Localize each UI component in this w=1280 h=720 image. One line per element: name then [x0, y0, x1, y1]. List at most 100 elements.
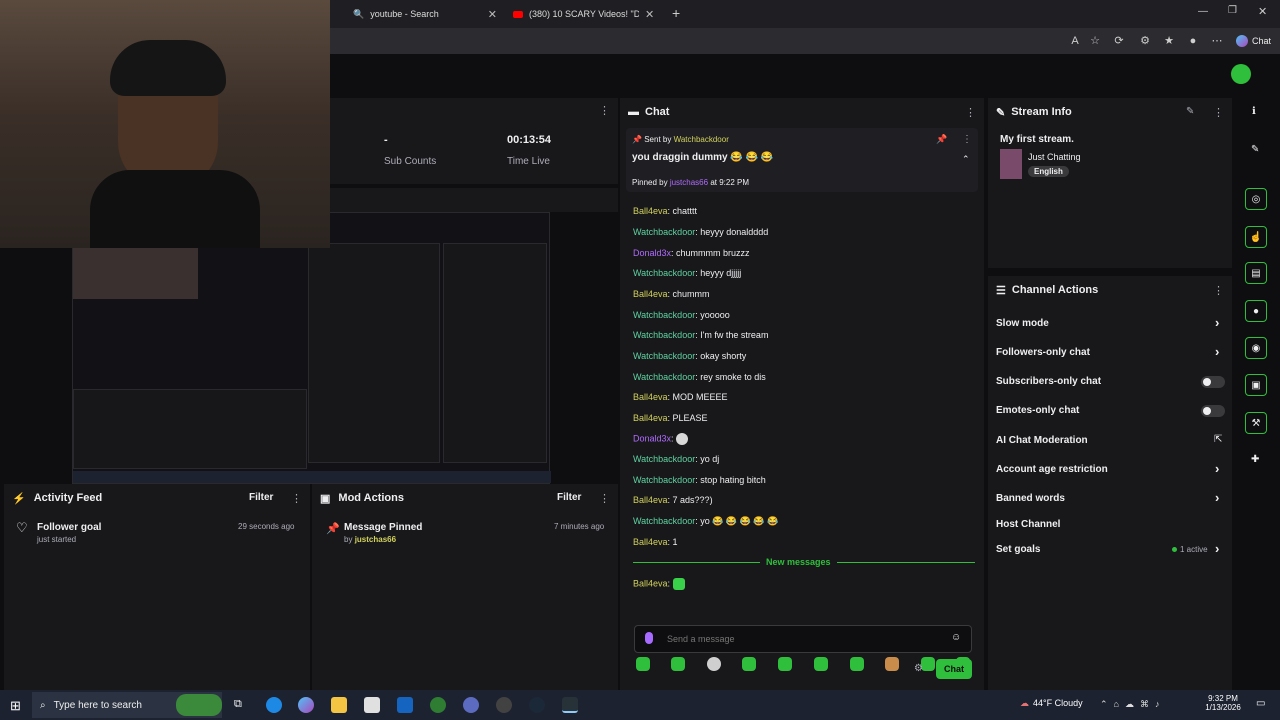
- external-link-icon[interactable]: ⇱: [1214, 434, 1222, 445]
- more-icon[interactable]: ⋮: [962, 134, 972, 145]
- time-live-label: Time Live: [507, 156, 550, 167]
- stream-info-title: Stream Info: [1011, 106, 1072, 118]
- chevron-right-icon[interactable]: ›: [1215, 315, 1219, 330]
- emote-icon[interactable]: [850, 657, 864, 671]
- unpin-icon[interactable]: 📌: [936, 134, 947, 145]
- file-explorer-icon[interactable]: [331, 697, 347, 713]
- wrench-icon[interactable]: ⚒: [1245, 412, 1267, 434]
- emote-icon[interactable]: [814, 657, 828, 671]
- stats-panel: ⋮ - Sub Counts 00:13:54 Time Live: [330, 98, 618, 184]
- pin-icon: 📌: [326, 523, 340, 535]
- minimize-button[interactable]: —: [1198, 6, 1208, 17]
- task-view-icon[interactable]: ⧉: [234, 698, 242, 711]
- emote-icon[interactable]: [885, 657, 899, 671]
- copilot-icon[interactable]: [298, 697, 314, 713]
- pinned-sender[interactable]: Watchbackdoor: [674, 135, 729, 144]
- xbox-icon[interactable]: [430, 697, 446, 713]
- obs-icon[interactable]: [496, 697, 512, 713]
- mod-item-time: 7 minutes ago: [554, 522, 605, 531]
- more-icon[interactable]: ⋮: [599, 104, 610, 117]
- tab-youtube-video[interactable]: (380) 10 SCARY Videos! "DON'T w... ✕: [505, 3, 665, 25]
- extensions-icon[interactable]: ⚙: [1138, 34, 1152, 48]
- more-icon[interactable]: ⋯: [1210, 34, 1224, 48]
- account-age-action[interactable]: Account age restriction: [996, 464, 1108, 475]
- emote-icon[interactable]: [636, 657, 650, 671]
- favorite-star-icon[interactable]: ☆: [1088, 34, 1102, 48]
- edit-icon[interactable]: ✎: [1186, 106, 1194, 117]
- language-tag[interactable]: English: [1028, 166, 1069, 177]
- read-aloud-icon[interactable]: A: [1068, 34, 1082, 48]
- app-icon[interactable]: [562, 697, 578, 713]
- emoji-icon[interactable]: ☺: [951, 632, 961, 643]
- stream-preview: [72, 212, 551, 484]
- clock[interactable]: 9:32 PM 1/13/2026: [1200, 694, 1246, 712]
- emote-icon[interactable]: [707, 657, 721, 671]
- close-tab-icon[interactable]: ✕: [488, 8, 497, 21]
- more-icon[interactable]: ⋮: [291, 492, 302, 505]
- followers-only-action[interactable]: Followers-only chat: [996, 347, 1090, 358]
- close-tab-icon[interactable]: ✕: [645, 8, 654, 21]
- time-live-value: 00:13:54: [507, 134, 552, 146]
- pointer-icon[interactable]: ☝: [1245, 226, 1267, 248]
- maximize-button[interactable]: ❐: [1228, 5, 1237, 16]
- discord-icon[interactable]: [463, 697, 479, 713]
- chevron-right-icon[interactable]: ›: [1215, 461, 1219, 476]
- document-icon[interactable]: ▤: [1245, 262, 1267, 284]
- more-icon[interactable]: ⋮: [599, 492, 610, 505]
- mod-filter-button[interactable]: Filter: [557, 492, 581, 503]
- weather-widget[interactable]: ☁ 44°F Cloudy: [1020, 698, 1083, 709]
- chat-input[interactable]: [667, 630, 937, 648]
- refresh-icon[interactable]: ⟳: [1112, 34, 1126, 48]
- subscribers-only-action[interactable]: Subscribers-only chat: [996, 376, 1101, 387]
- system-tray-icons[interactable]: ⌃⌂☁⌘♪: [1100, 699, 1165, 710]
- settings-icon[interactable]: ⚙: [914, 663, 923, 674]
- emote-icon[interactable]: [778, 657, 792, 671]
- outlook-icon[interactable]: [397, 697, 413, 713]
- more-icon[interactable]: ⋮: [1213, 106, 1224, 119]
- chat-input-box[interactable]: ☺: [634, 625, 972, 653]
- copilot-chat-button[interactable]: Chat: [1236, 33, 1276, 49]
- new-tab-button[interactable]: +: [672, 5, 680, 21]
- close-window-button[interactable]: ✕: [1258, 5, 1267, 18]
- edit-icon[interactable]: ✎: [1251, 144, 1259, 155]
- activity-filter-button[interactable]: Filter: [249, 492, 273, 503]
- notification-icon[interactable]: ▭: [1256, 698, 1265, 709]
- store-icon[interactable]: [364, 697, 380, 713]
- chevron-right-icon[interactable]: ›: [1215, 344, 1219, 359]
- clip-icon[interactable]: ◎: [1245, 188, 1267, 210]
- emote-icon[interactable]: [921, 657, 935, 671]
- host-channel-action[interactable]: Host Channel: [996, 519, 1060, 530]
- collections-icon[interactable]: ★: [1162, 34, 1176, 48]
- chevron-right-icon[interactable]: ›: [1215, 541, 1219, 556]
- steam-icon[interactable]: [529, 697, 545, 713]
- info-icon[interactable]: ℹ: [1252, 106, 1256, 117]
- video-icon[interactable]: ▣: [1245, 374, 1267, 396]
- emote-icon[interactable]: [742, 657, 756, 671]
- emotes-only-toggle[interactable]: [1201, 405, 1225, 417]
- chat-message: Watchbackdoor: heyyy djjjjj: [633, 268, 742, 278]
- subscribers-only-toggle[interactable]: [1201, 376, 1225, 388]
- chat-send-button[interactable]: Chat: [936, 659, 972, 679]
- emote-icon[interactable]: [671, 657, 685, 671]
- add-action-icon[interactable]: ✚: [1251, 454, 1259, 465]
- chevron-right-icon[interactable]: ›: [1215, 490, 1219, 505]
- slow-mode-action[interactable]: Slow mode: [996, 318, 1049, 329]
- profile-icon[interactable]: ●: [1186, 34, 1200, 48]
- windows-start-icon[interactable]: ⊞: [10, 698, 21, 714]
- tab-youtube-search[interactable]: 🔍 youtube - Search ✕: [345, 3, 505, 25]
- weather-icon: ☁: [1020, 698, 1029, 708]
- broadcast-icon[interactable]: ◉: [1245, 337, 1267, 359]
- more-icon[interactable]: ⋮: [965, 106, 976, 119]
- more-icon[interactable]: ⋮: [1213, 284, 1224, 297]
- message-icon[interactable]: ●: [1245, 300, 1267, 322]
- chat-header: ▬ Chat: [620, 98, 984, 126]
- pinned-by-user[interactable]: justchas66: [670, 178, 708, 187]
- ai-moderation-action[interactable]: AI Chat Moderation: [996, 435, 1088, 446]
- set-goals-action[interactable]: Set goals: [996, 544, 1040, 555]
- edge-icon[interactable]: [266, 697, 282, 713]
- mod-item-user[interactable]: justchas66: [355, 535, 396, 544]
- emotes-only-action[interactable]: Emotes-only chat: [996, 405, 1079, 416]
- banned-words-action[interactable]: Banned words: [996, 493, 1065, 504]
- avatar[interactable]: [1231, 64, 1251, 84]
- chevron-up-icon[interactable]: ⌃: [962, 154, 970, 165]
